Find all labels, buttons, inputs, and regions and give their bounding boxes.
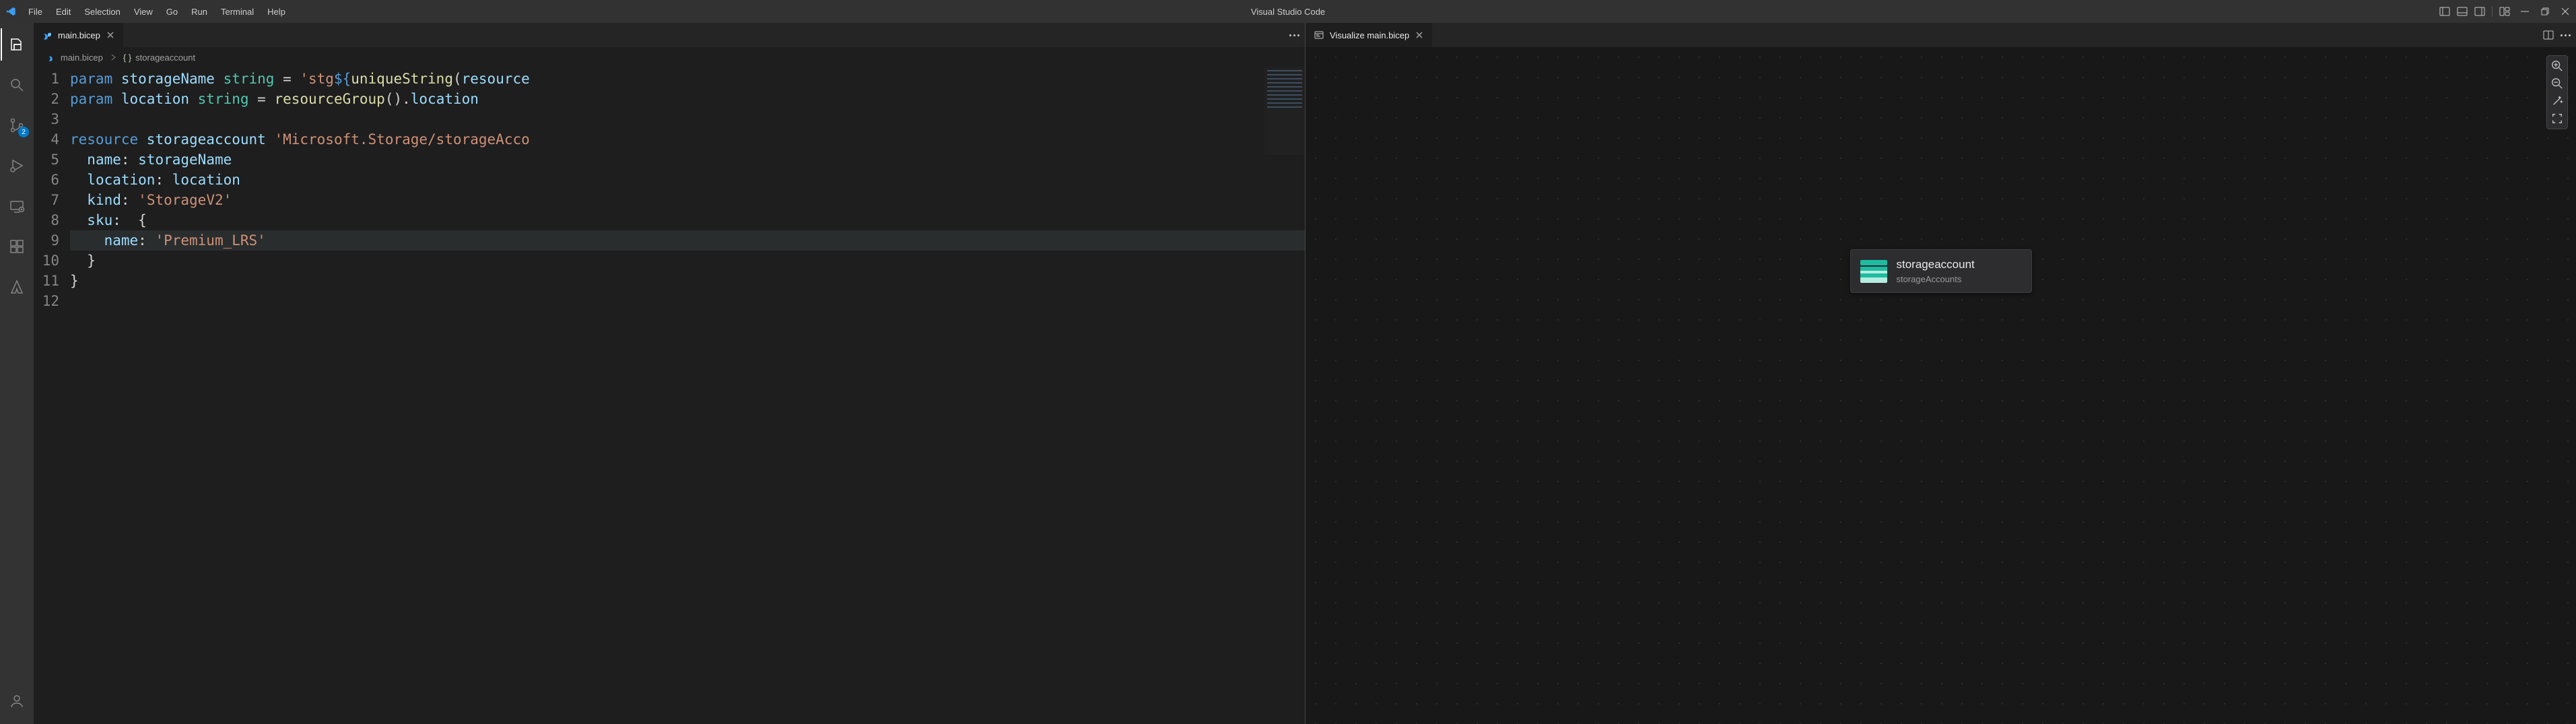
editor-more-actions-icon[interactable]	[1289, 34, 1299, 36]
vscode-logo-icon	[5, 6, 16, 17]
resource-node-title: storageaccount	[1897, 258, 1975, 271]
fit-to-screen-icon[interactable]	[2551, 112, 2563, 125]
tab-close-icon[interactable]	[106, 30, 115, 40]
activity-run-debug[interactable]	[1, 150, 33, 182]
visualizer-group: Visualize main.bicep	[1305, 23, 2576, 724]
preview-icon	[1314, 30, 1324, 40]
chevron-right-icon	[108, 53, 118, 62]
title-bar: File Edit Selection View Go Run Terminal…	[0, 0, 2576, 23]
breadcrumb-file[interactable]: main.bicep	[47, 53, 103, 63]
account-icon	[9, 693, 25, 709]
tab-main-bicep[interactable]: main.bicep	[34, 23, 124, 47]
code-editor[interactable]: 123456789101112 param storageName string…	[34, 67, 1305, 724]
code-lines[interactable]: param storageName string = 'stg${uniqueS…	[70, 69, 1305, 311]
menu-edit[interactable]: Edit	[50, 4, 76, 20]
menu-selection[interactable]: Selection	[79, 4, 125, 20]
bicep-file-icon	[42, 30, 53, 40]
activity-explorer[interactable]	[1, 28, 33, 61]
minimap[interactable]	[1264, 67, 1305, 155]
menu-view[interactable]: View	[129, 4, 158, 20]
visualizer-toolbar	[2546, 55, 2568, 129]
activity-extensions[interactable]	[1, 230, 33, 263]
layout-controls	[2439, 6, 2510, 17]
tab-label: main.bicep	[58, 30, 100, 40]
storage-account-icon	[1860, 260, 1887, 283]
debug-icon	[9, 158, 25, 174]
customize-layout-icon[interactable]	[2499, 6, 2510, 17]
visualizer-more-actions-icon[interactable]	[2561, 34, 2571, 36]
line-number-gutter: 123456789101112	[34, 69, 70, 311]
zoom-out-icon[interactable]	[2551, 77, 2563, 90]
visualizer-tab-actions	[2543, 23, 2571, 47]
toggle-panel-icon[interactable]	[2457, 6, 2468, 17]
title-divider	[2492, 6, 2493, 17]
tab-close-icon[interactable]	[1415, 30, 1424, 40]
menu-help[interactable]: Help	[262, 4, 291, 20]
activity-remote-explorer[interactable]	[1, 190, 33, 222]
visualizer-canvas[interactable]: storageaccount storageAccounts	[1306, 47, 2576, 724]
extensions-icon	[9, 238, 25, 255]
remote-icon	[9, 198, 25, 214]
toggle-secondary-sidebar-icon[interactable]	[2474, 6, 2485, 17]
resource-node-storageaccount[interactable]: storageaccount storageAccounts	[1850, 249, 2032, 293]
search-icon	[9, 77, 25, 93]
activity-source-control[interactable]: 2	[1, 109, 33, 141]
menu-terminal[interactable]: Terminal	[215, 4, 259, 20]
activity-accounts[interactable]	[1, 685, 33, 717]
menu-bar: File Edit Selection View Go Run Terminal…	[23, 4, 291, 20]
tab-label: Visualize main.bicep	[1330, 30, 1409, 40]
activity-search[interactable]	[1, 69, 33, 101]
bicep-file-icon	[47, 53, 57, 62]
breadcrumb[interactable]: main.bicep { } storageaccount	[34, 47, 1305, 67]
zoom-in-icon[interactable]	[2551, 60, 2563, 72]
breadcrumb-symbol-label: storageaccount	[135, 53, 195, 63]
magic-wand-icon[interactable]	[2551, 95, 2563, 107]
editor-tabs: main.bicep	[34, 23, 1305, 47]
window-minimize-icon[interactable]	[2519, 6, 2530, 17]
editor-tab-actions	[1289, 23, 1299, 47]
window-restore-icon[interactable]	[2540, 6, 2550, 17]
activity-azure[interactable]	[1, 271, 33, 303]
azure-icon	[9, 279, 25, 295]
editor-group: main.bicep main.bicep { } storageaccount	[34, 23, 1305, 724]
toggle-primary-sidebar-icon[interactable]	[2439, 6, 2450, 17]
menu-run[interactable]: Run	[186, 4, 213, 20]
menu-go[interactable]: Go	[161, 4, 183, 20]
files-icon	[9, 36, 25, 53]
visualizer-tabs: Visualize main.bicep	[1306, 23, 2576, 47]
window-close-icon[interactable]	[2560, 6, 2571, 17]
scm-badge: 2	[18, 127, 29, 137]
resource-node-type: storageAccounts	[1897, 274, 1975, 284]
tab-visualize-main-bicep[interactable]: Visualize main.bicep	[1306, 23, 1433, 47]
menu-file[interactable]: File	[23, 4, 48, 20]
breadcrumb-symbol[interactable]: { } storageaccount	[123, 53, 195, 63]
window-title: Visual Studio Code	[1251, 7, 1325, 17]
breadcrumb-file-label: main.bicep	[61, 53, 103, 63]
split-editor-icon[interactable]	[2543, 30, 2554, 40]
activity-bar: 2	[0, 23, 34, 724]
title-bar-right	[2439, 6, 2571, 17]
